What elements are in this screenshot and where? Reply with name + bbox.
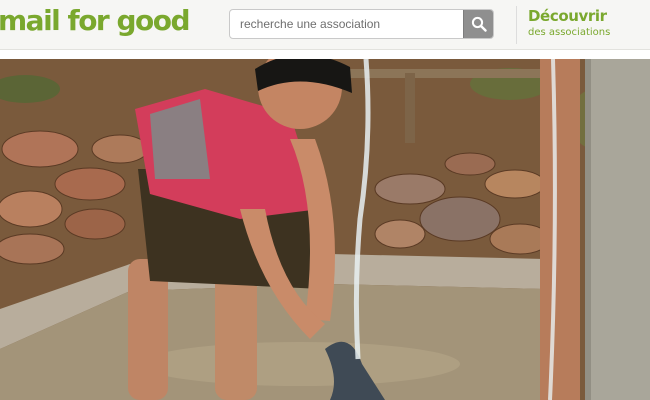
water-reflection	[140, 342, 460, 386]
search-icon	[471, 16, 487, 32]
pillar-shadow	[585, 59, 591, 400]
discover-associations-link[interactable]: Découvrir des associations	[528, 6, 610, 39]
pillar	[585, 59, 650, 400]
search-button[interactable]	[463, 10, 493, 38]
site-header: mail for good Découvrir des associations	[0, 0, 650, 50]
search-input[interactable]	[230, 10, 465, 38]
fence-post	[405, 73, 415, 143]
header-divider	[516, 6, 517, 44]
discover-subtitle: des associations	[528, 27, 611, 38]
search-bar	[229, 9, 494, 39]
site-logo[interactable]: mail for good	[0, 4, 191, 37]
hero-photo	[0, 59, 650, 400]
discover-title: Découvrir	[528, 7, 607, 25]
fence-rail	[340, 69, 555, 78]
adult-arm	[540, 59, 580, 400]
